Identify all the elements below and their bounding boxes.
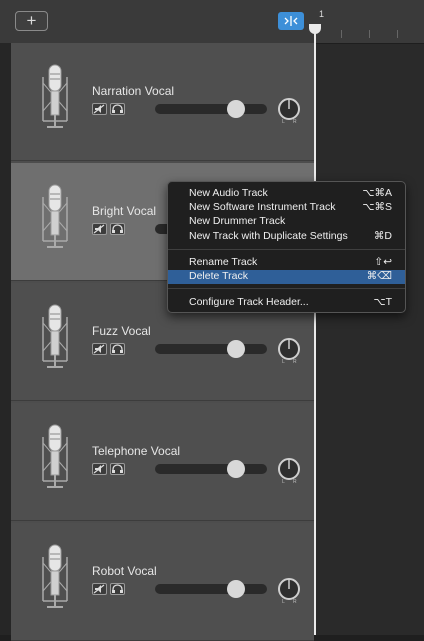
pan-knob-icon <box>278 458 300 480</box>
volume-slider-knob[interactable] <box>226 460 245 478</box>
menu-item-label: Rename Track <box>189 256 258 268</box>
volume-slider[interactable] <box>155 100 267 118</box>
microphone-icon <box>42 424 68 488</box>
ruler[interactable]: 1 <box>314 0 424 44</box>
pan-right-label: R <box>293 479 297 485</box>
headphones-button[interactable] <box>110 463 125 475</box>
menu-item-label: New Track with Duplicate Settings <box>189 230 348 242</box>
menu-item-new-drummer-track[interactable]: New Drummer Track <box>168 215 405 229</box>
menu-item-shortcut: ⌥⌘A <box>362 187 392 199</box>
mute-button[interactable] <box>92 103 107 115</box>
pan-knob[interactable]: L R <box>277 458 301 485</box>
menu-item-new-software-instrument-track[interactable]: New Software Instrument Track ⌥⌘S <box>168 201 405 215</box>
microphone-icon <box>42 184 68 248</box>
volume-slider-knob[interactable] <box>226 580 245 598</box>
smart-controls-icon <box>284 16 298 26</box>
mute-speaker-icon <box>93 344 105 354</box>
menu-item-label: Delete Track <box>189 270 248 282</box>
mute-button[interactable] <box>92 223 107 235</box>
headphones-icon <box>112 464 123 473</box>
microphone-icon <box>42 544 68 608</box>
menu-item-label: Configure Track Header... <box>189 296 309 308</box>
pan-left-label: L <box>282 359 285 365</box>
volume-slider[interactable] <box>155 340 267 358</box>
mute-button[interactable] <box>92 463 107 475</box>
menu-item-rename-track[interactable]: Rename Track ⇧↩ <box>168 256 405 270</box>
headphones-icon <box>112 104 123 113</box>
ruler-tick <box>397 30 398 38</box>
track-name: Fuzz Vocal <box>92 324 151 338</box>
garageband-window: + 1 Narration Vocal L R Bright Vocal Fuz… <box>0 0 424 641</box>
menu-item-shortcut: ⌘⌫ <box>366 270 392 282</box>
pan-right-label: R <box>293 119 297 125</box>
headphones-icon <box>112 584 123 593</box>
menu-separator <box>168 288 405 289</box>
mute-button[interactable] <box>92 343 107 355</box>
pan-left-label: L <box>282 599 285 605</box>
track-name: Robot Vocal <box>92 564 157 578</box>
track-headers-toolbar: + <box>0 0 314 43</box>
volume-slider-knob[interactable] <box>226 100 245 118</box>
ruler-tick <box>341 30 342 38</box>
pan-knob-icon <box>278 98 300 120</box>
pan-knob[interactable]: L R <box>277 338 301 365</box>
menu-item-new-audio-track[interactable]: New Audio Track ⌥⌘A <box>168 187 405 201</box>
volume-slider-knob[interactable] <box>226 340 245 358</box>
track-header[interactable]: Robot Vocal L R <box>11 523 314 641</box>
track-name: Bright Vocal <box>92 204 157 218</box>
pan-right-label: R <box>293 359 297 365</box>
pan-left-label: L <box>282 119 285 125</box>
headphones-icon <box>112 344 123 353</box>
menu-item-delete-track[interactable]: Delete Track ⌘⌫ <box>168 270 405 284</box>
pan-knob-icon <box>278 338 300 360</box>
headphones-button[interactable] <box>110 583 125 595</box>
pan-left-label: L <box>282 479 285 485</box>
menu-item-shortcut: ⌥⌘S <box>362 201 392 213</box>
pan-knob-icon <box>278 578 300 600</box>
playhead[interactable] <box>314 26 316 635</box>
pan-knob[interactable]: L R <box>277 578 301 605</box>
headphones-button[interactable] <box>110 343 125 355</box>
ruler-bar-number: 1 <box>319 9 325 19</box>
headphones-icon <box>112 224 123 233</box>
mute-button[interactable] <box>92 583 107 595</box>
mute-speaker-icon <box>93 464 105 474</box>
menu-separator <box>168 249 405 250</box>
mute-speaker-icon <box>93 224 105 234</box>
add-track-button[interactable]: + <box>15 11 48 31</box>
context-menu: New Audio Track ⌥⌘A New Software Instrum… <box>167 181 406 313</box>
microphone-icon <box>42 64 68 128</box>
ruler-tick <box>369 30 370 38</box>
track-name: Telephone Vocal <box>92 444 181 458</box>
track-header[interactable]: Narration Vocal L R <box>11 43 314 161</box>
smart-controls-button[interactable] <box>278 12 304 30</box>
menu-item-shortcut: ⌘D <box>373 230 392 242</box>
menu-item-label: New Software Instrument Track <box>189 201 336 213</box>
volume-slider[interactable] <box>155 580 267 598</box>
headphones-button[interactable] <box>110 223 125 235</box>
menu-item-new-track-with-duplicate-settings[interactable]: New Track with Duplicate Settings ⌘D <box>168 230 405 244</box>
volume-slider[interactable] <box>155 460 267 478</box>
pan-knob[interactable]: L R <box>277 98 301 125</box>
pan-right-label: R <box>293 599 297 605</box>
track-header[interactable]: Telephone Vocal L R <box>11 403 314 521</box>
menu-item-label: New Audio Track <box>189 187 268 199</box>
menu-item-shortcut: ⌥T <box>373 296 392 308</box>
microphone-icon <box>42 304 68 368</box>
menu-item-configure-track-header[interactable]: Configure Track Header... ⌥T <box>168 296 405 310</box>
track-name: Narration Vocal <box>92 84 175 98</box>
menu-item-label: New Drummer Track <box>189 215 286 227</box>
mute-speaker-icon <box>93 104 105 114</box>
menu-item-shortcut: ⇧↩ <box>374 256 392 268</box>
timeline-area[interactable]: 1 <box>314 0 424 635</box>
headphones-button[interactable] <box>110 103 125 115</box>
mute-speaker-icon <box>93 584 105 594</box>
